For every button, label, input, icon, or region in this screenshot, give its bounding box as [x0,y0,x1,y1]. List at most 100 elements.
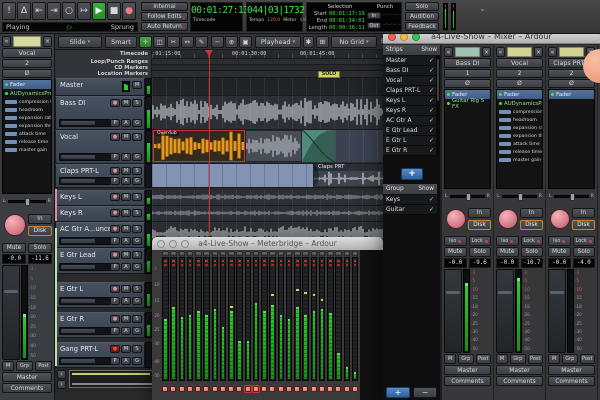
scrollbar-thumb[interactable] [437,59,439,101]
plugin-control[interactable]: master gain [497,156,542,164]
mute-button[interactable]: Mute [444,247,467,257]
group-assign-button[interactable]: Grp [458,354,474,364]
mute-button[interactable]: M [132,81,142,89]
phase-invert-button[interactable]: Ø [496,79,543,88]
track-header-vocal[interactable]: Vocal●MSPAG [55,130,145,164]
processor-fader[interactable]: Fader [549,90,594,99]
meter-strip-button[interactable] [195,251,202,256]
visible-checkbox[interactable]: ✓ [429,97,434,104]
marker-button[interactable]: ✱ [303,36,314,48]
strip-list-item[interactable]: Claps PRT-L✓ [383,86,437,96]
secondary-clock[interactable]: 044|03|1732 Tempo 120.0 Meter 4/4 [246,2,303,32]
automation-button[interactable]: A [121,297,131,305]
zoom-full-button[interactable]: ⊕ [225,36,238,48]
shrink-strip-button[interactable]: « [444,47,453,57]
pan-control[interactable]: LR [444,190,491,202]
record-enable-button[interactable]: ● [110,315,120,323]
mute-button[interactable]: M [121,345,131,353]
record-enable-button[interactable]: ● [110,209,120,217]
plugin-control[interactable]: master gain [3,146,51,154]
group-assign-button[interactable]: Grp [16,361,33,371]
record-enable-button[interactable] [311,386,317,392]
visible-checkbox[interactable]: ✓ [429,147,434,154]
playlist-button[interactable]: P [110,119,120,127]
minimize-icon[interactable] [169,240,177,248]
plugin-control-slider[interactable] [499,118,511,122]
mute-button[interactable]: M [121,133,131,141]
meterbridge-window[interactable]: a4-Live-Show – Meterbridge – Ardour -5-1… [152,237,383,400]
group-button[interactable]: G [132,153,142,161]
pan-control[interactable]: LR [548,190,595,202]
fader-handle[interactable] [498,291,512,294]
solo-button[interactable]: Solo [405,2,439,11]
playlist-button[interactable]: P [110,357,120,365]
input-button[interactable]: 1 [444,69,491,78]
record-enable-button[interactable] [162,386,168,392]
metronome-button[interactable]: ∆ [17,2,31,20]
track-header-keys-l[interactable]: Keys L●MS [55,190,145,206]
record-enable-button[interactable] [335,386,341,392]
plugin-control-slider[interactable] [5,148,17,152]
meter-strip-button[interactable] [302,251,309,256]
audio-region[interactable] [245,130,302,162]
plugin-control[interactable]: attack time [3,130,51,138]
solo-button[interactable]: S [132,285,142,293]
mute-button[interactable]: Mute [496,247,519,257]
gain-slider-handle[interactable] [61,265,95,269]
visible-checkbox[interactable]: ✓ [429,206,434,213]
close-icon[interactable] [157,240,165,248]
record-enable-button[interactable]: ● [110,167,120,175]
plugin-control[interactable]: expansion ratio [3,114,51,122]
cut-tool[interactable]: ✂ [167,36,180,48]
gain-slider[interactable] [59,263,111,271]
processor-box[interactable]: FaderAUDynamicsProcompression thresholdh… [496,89,543,189]
playlist-button[interactable]: P [110,237,120,245]
mixer-window[interactable]: a4-Live-Show – Mixer – Ardour StripsShow… [383,30,600,400]
mute-button[interactable]: M [121,285,131,293]
edit-mode-select[interactable]: Slide▾ [58,36,102,48]
monitor-disk-button[interactable]: Disk [520,220,543,230]
playlist-button[interactable]: P [110,263,120,271]
strip-list-item[interactable]: Keys R✓ [383,106,437,116]
gain-slider-handle[interactable] [61,359,95,363]
strip-name-button[interactable]: Vocal [2,48,52,58]
metering-point-button[interactable]: M [496,354,508,364]
record-enable-button[interactable] [253,386,259,392]
chevron-down-icon[interactable]: ⌄ [479,4,486,13]
record-enable-button[interactable]: ● [110,251,120,259]
input-button[interactable]: 2 [496,69,543,78]
monitor-disk-button[interactable]: Disk [468,220,491,230]
record-enable-button[interactable] [236,386,242,392]
automation-button[interactable]: A [121,153,131,161]
solo-button[interactable]: S [132,99,142,107]
mute-button[interactable]: Mute [2,243,26,253]
solo-button[interactable]: Solo [28,243,52,253]
record-enable-button[interactable] [344,386,350,392]
meter-strip-button[interactable] [187,251,194,256]
group-button[interactable]: G [132,327,142,335]
midi-panic-button[interactable]: ! [2,2,16,20]
close-icon[interactable] [388,33,396,41]
monitor-disk-button[interactable]: Disk [28,226,52,236]
mute-button[interactable]: M [121,167,131,175]
mute-button[interactable]: M [121,225,131,233]
strip-list-item[interactable]: E Gtr L✓ [383,136,437,146]
group-button[interactable]: G [132,263,142,271]
solo-range-marker[interactable]: SOLO [318,71,340,78]
record-enable-button[interactable] [286,386,292,392]
processor-fader[interactable]: Fader [3,80,51,89]
strip-list-item[interactable]: AC Gtr A✓ [383,116,437,126]
gain-slider[interactable] [59,327,111,335]
gain-slider-handle[interactable] [61,299,95,303]
play-button[interactable]: ▶ [92,2,106,20]
phase-invert-button[interactable]: Ø [444,79,491,88]
close-strip-button[interactable]: × [534,47,543,57]
output-button[interactable]: Master [496,365,543,375]
draw-tool[interactable]: ✎ [195,36,208,48]
comments-button[interactable]: Comments [2,383,52,393]
automation-button[interactable]: A [121,119,131,127]
solo-isolate-button[interactable]: Iso [548,236,571,246]
scroll-right-button[interactable]: › [57,380,66,389]
record-enable-button[interactable]: ● [110,225,120,233]
crossfade-region[interactable] [302,130,335,162]
